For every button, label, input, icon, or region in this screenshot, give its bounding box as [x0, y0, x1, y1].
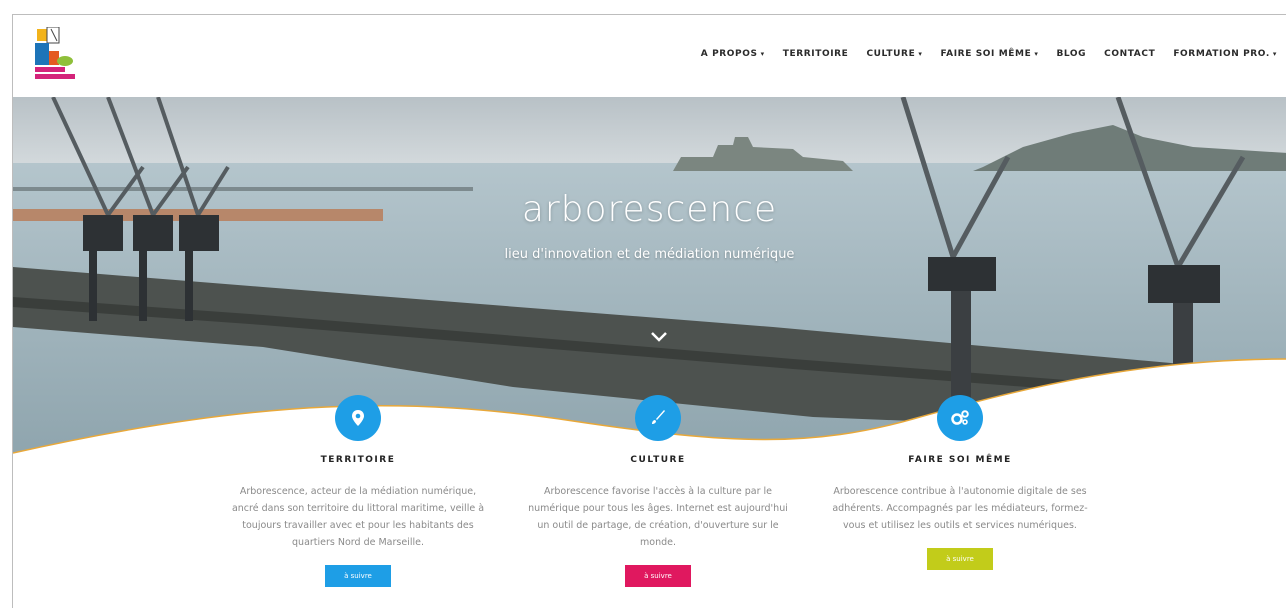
nav-item-faire-soi-m-me[interactable]: FAIRE SOI MÊME ▾ [931, 49, 1047, 59]
hero-subtitle: lieu d'innovation et de médiation numéri… [504, 247, 795, 262]
nav-item-contact[interactable]: CONTACT [1095, 49, 1164, 59]
feature-title: CULTURE [630, 455, 686, 465]
nav-item-label: FORMATION PRO. [1173, 49, 1270, 59]
nav-item-label: A PROPOS [700, 49, 758, 59]
hero-title: arborescence [521, 189, 778, 230]
gears-icon [937, 395, 983, 441]
nav-item-blog[interactable]: BLOG [1047, 49, 1095, 59]
hero-banner: arborescence lieu d'innovation et de méd… [13, 97, 1286, 608]
chevron-down-icon[interactable] [647, 327, 671, 347]
chevron-down-icon: ▾ [1272, 50, 1277, 58]
chevron-down-icon: ▾ [760, 50, 765, 58]
chevron-down-icon: ▾ [1034, 50, 1039, 58]
feature-button[interactable]: à suivre [927, 548, 993, 570]
nav-item-culture[interactable]: CULTURE ▾ [857, 49, 931, 59]
nav-item-a-propos[interactable]: A PROPOS ▾ [692, 49, 774, 59]
nav-item-label: BLOG [1056, 49, 1087, 59]
chevron-down-icon: ▾ [918, 50, 923, 58]
feature-territoire: TERRITOIRE Arborescence, acteur de la mé… [228, 395, 488, 587]
nav-item-label: TERRITOIRE [782, 49, 849, 59]
nav-item-formation-pro[interactable]: FORMATION PRO. ▾ [1164, 49, 1286, 59]
feature-text: Arborescence contribue à l'autonomie dig… [832, 486, 1088, 531]
feature-text: Arborescence, acteur de la médiation num… [231, 486, 485, 548]
feature-title: FAIRE SOI MÊME [908, 455, 1012, 465]
nav-item-label: CULTURE [866, 49, 916, 59]
browser-page: A PROPOS ▾ TERRITOIRE CULTURE ▾ FAIRE SOI MÊM… [12, 14, 1286, 608]
feature-culture: CULTURE Arborescence favorise l'accès à … [528, 395, 788, 587]
nav-item-label: CONTACT [1104, 49, 1156, 59]
feature-text: Arborescence favorise l'accès à la cultu… [528, 486, 788, 548]
feature-button[interactable]: à suivre [625, 565, 691, 587]
paintbrush-icon [635, 395, 681, 441]
feature-title: TERRITOIRE [320, 455, 396, 465]
site-logo[interactable] [31, 26, 77, 85]
feature-faire-soi-meme: FAIRE SOI MÊME Arborescence contribue à … [830, 395, 1090, 570]
nav-item-territoire[interactable]: TERRITOIRE [774, 49, 858, 59]
map-pin-icon [335, 395, 381, 441]
main-nav: A PROPOS ▾ TERRITOIRE CULTURE ▾ FAIRE SOI MÊM… [692, 49, 1286, 59]
site-header: A PROPOS ▾ TERRITOIRE CULTURE ▾ FAIRE SOI MÊM… [13, 15, 1286, 97]
feature-button[interactable]: à suivre [325, 565, 391, 587]
nav-item-label: FAIRE SOI MÊME [940, 49, 1032, 59]
